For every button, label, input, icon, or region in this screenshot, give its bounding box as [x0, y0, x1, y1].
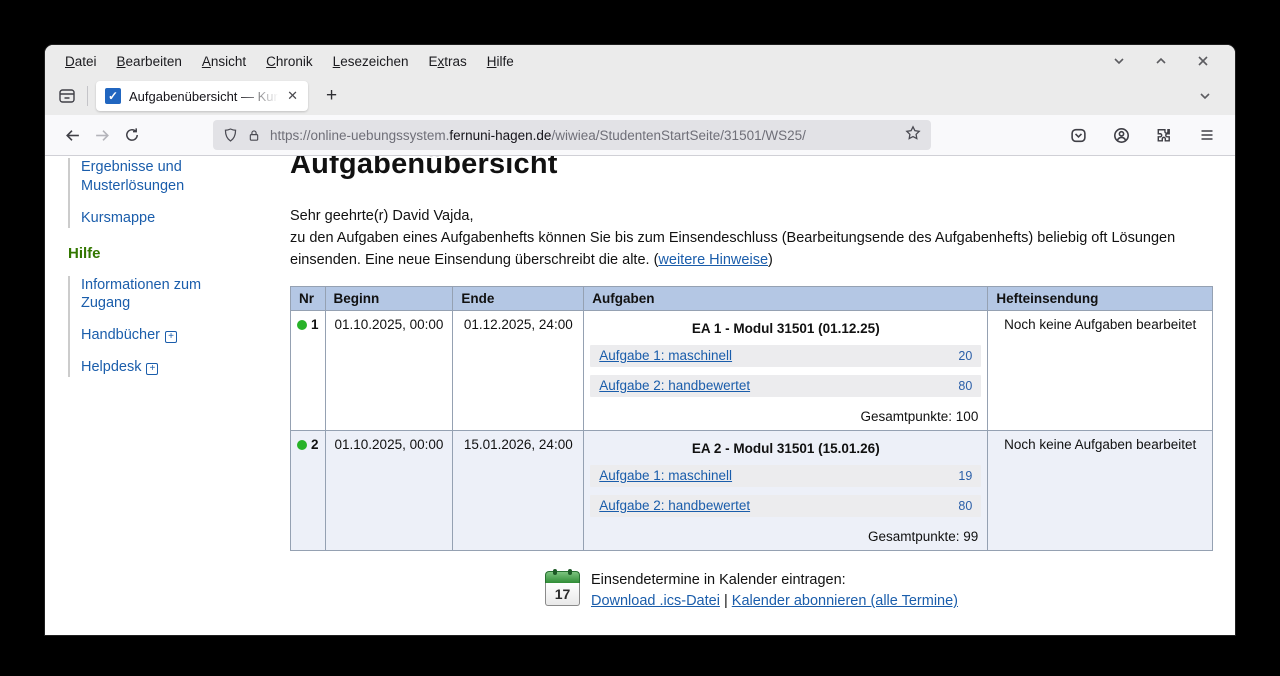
- hamburger-menu-icon[interactable]: [1195, 121, 1219, 149]
- gesamtpunkte: Gesamtpunkte: 99: [590, 529, 981, 544]
- maximize-icon[interactable]: [1153, 53, 1169, 69]
- account-icon[interactable]: [1109, 121, 1133, 149]
- list-all-tabs-icon[interactable]: [1193, 84, 1217, 108]
- table-row: 1 01.10.2025, 00:00 01.12.2025, 24:00 EA…: [291, 311, 1213, 431]
- url-text: https://online-uebungssystem.fernuni-hag…: [270, 128, 896, 143]
- heft-nr: 1: [311, 317, 319, 332]
- menu-bearbeiten[interactable]: Bearbeiten: [107, 50, 192, 73]
- pocket-icon[interactable]: [1066, 121, 1090, 149]
- menu-chronik[interactable]: Chronik: [256, 50, 323, 73]
- weitere-hinweise-link[interactable]: weitere Hinweise: [658, 252, 768, 268]
- sidebar-group-kurs: Ergebnisse und Musterlösungen Kursmappe: [68, 158, 246, 228]
- tab-close-icon[interactable]: ✕: [283, 87, 302, 105]
- aufgabe-punkte: 80: [958, 379, 972, 393]
- back-icon[interactable]: [57, 121, 87, 149]
- heft-nr: 2: [311, 437, 319, 452]
- greeting-text: Sehr geehrte(r) David Vajda, zu den Aufg…: [290, 206, 1213, 271]
- hefteinsendung-status: Noch keine Aufgaben bearbeitet: [988, 311, 1213, 431]
- menu-lesezeichen[interactable]: Lesezeichen: [323, 50, 419, 73]
- lock-icon[interactable]: [247, 128, 261, 143]
- uebungssystem-favicon-icon: ✓: [105, 88, 121, 104]
- sidebar-item-informationen-zugang[interactable]: Informationen zum Zugang: [81, 276, 246, 314]
- calendar-export-block: 17 Einsendetermine in Kalender eintragen…: [290, 570, 1213, 612]
- hefteinsendung-status: Noch keine Aufgaben bearbeitet: [988, 431, 1213, 551]
- menu-hilfe[interactable]: Hilfe: [477, 50, 524, 73]
- menu-ansicht[interactable]: Ansicht: [192, 50, 256, 73]
- beginn-date: 01.10.2025, 00:00: [325, 311, 453, 431]
- task-row: Aufgabe 2: handbewertet 80: [590, 375, 981, 397]
- sidebar-heading-hilfe: Hilfe: [68, 245, 290, 262]
- aufgabe-link[interactable]: Aufgabe 2: handbewertet: [599, 498, 750, 513]
- table-header-row: Nr Beginn Ende Aufgaben Hefteinsendung: [291, 287, 1213, 311]
- navigation-toolbar: https://online-uebungssystem.fernuni-hag…: [45, 115, 1235, 156]
- calendar-caption: Einsendetermine in Kalender eintragen:: [591, 570, 958, 591]
- new-tab-button[interactable]: +: [316, 85, 347, 107]
- menu-bar: Datei Bearbeiten Ansicht Chronik Lesezei…: [45, 45, 1235, 77]
- task-row: Aufgabe 1: maschinell 19: [590, 465, 981, 487]
- aufgabe-punkte: 19: [958, 469, 972, 483]
- sidebar-item-kursmappe[interactable]: Kursmappe: [81, 209, 246, 228]
- sidebar: Ergebnisse und Musterlösungen Kursmappe …: [45, 156, 290, 634]
- status-green-icon: [297, 440, 307, 450]
- col-header-beginn: Beginn: [325, 287, 453, 311]
- url-bar[interactable]: https://online-uebungssystem.fernuni-hag…: [213, 120, 931, 150]
- kalender-abonnieren-link[interactable]: Kalender abonnieren (alle Termine): [732, 593, 958, 609]
- tab-aufgabenuebersicht[interactable]: ✓ Aufgabenübersicht — Kurs ✕: [96, 81, 308, 111]
- bookmark-star-icon[interactable]: [905, 125, 921, 146]
- tab-bar: ✓ Aufgabenübersicht — Kurs ✕ +: [45, 77, 1235, 115]
- browser-window: Datei Bearbeiten Ansicht Chronik Lesezei…: [45, 45, 1235, 635]
- col-header-aufgaben: Aufgaben: [584, 287, 988, 311]
- external-link-icon: +: [165, 331, 177, 343]
- menu-datei[interactable]: Datei: [55, 50, 107, 73]
- minimize-icon[interactable]: [1111, 53, 1127, 69]
- heft-title: EA 1 - Modul 31501 (01.12.25): [590, 321, 981, 336]
- close-window-icon[interactable]: [1195, 53, 1211, 69]
- ende-date: 15.01.2026, 24:00: [453, 431, 584, 551]
- tab-title: Aufgabenübersicht — Kurs: [129, 89, 283, 104]
- task-row: Aufgabe 2: handbewertet 80: [590, 495, 981, 517]
- page-content: Ergebnisse und Musterlösungen Kursmappe …: [45, 156, 1235, 634]
- col-header-hefteinsendung: Hefteinsendung: [988, 287, 1213, 311]
- calendar-day: 17: [545, 583, 580, 606]
- sidebar-item-ergebnisse[interactable]: Ergebnisse und Musterlösungen: [81, 158, 246, 196]
- col-header-nr: Nr: [291, 287, 326, 311]
- task-row: Aufgabe 1: maschinell 20: [590, 345, 981, 367]
- external-link-icon: +: [146, 363, 158, 375]
- forward-icon[interactable]: [87, 121, 117, 149]
- table-row: 2 01.10.2025, 00:00 15.01.2026, 24:00 EA…: [291, 431, 1213, 551]
- firefox-view-icon[interactable]: [53, 83, 81, 109]
- menu-extras[interactable]: Extras: [419, 50, 477, 73]
- main-area: Aufgabenübersicht Sehr geehrte(r) David …: [290, 156, 1235, 634]
- aufgaben-table: Nr Beginn Ende Aufgaben Hefteinsendung 1…: [290, 286, 1213, 551]
- aufgabe-link[interactable]: Aufgabe 2: handbewertet: [599, 378, 750, 393]
- gesamtpunkte: Gesamtpunkte: 100: [590, 409, 981, 424]
- aufgabe-punkte: 20: [958, 349, 972, 363]
- shield-icon[interactable]: [223, 127, 238, 143]
- heft-title: EA 2 - Modul 31501 (15.01.26): [590, 441, 981, 456]
- sidebar-group-hilfe: Informationen zum Zugang Handbücher+ Hel…: [68, 276, 246, 377]
- aufgabe-link[interactable]: Aufgabe 1: maschinell: [599, 348, 732, 363]
- ende-date: 01.12.2025, 24:00: [453, 311, 584, 431]
- extensions-puzzle-icon[interactable]: [1152, 121, 1176, 149]
- status-green-icon: [297, 320, 307, 330]
- col-header-ende: Ende: [453, 287, 584, 311]
- aufgabe-link[interactable]: Aufgabe 1: maschinell: [599, 468, 732, 483]
- aufgabe-punkte: 80: [958, 499, 972, 513]
- download-ics-link[interactable]: Download .ics-Datei: [591, 593, 720, 609]
- page-title: Aufgabenübersicht: [290, 156, 1213, 181]
- link-separator: |: [724, 593, 728, 609]
- sidebar-item-helpdesk[interactable]: Helpdesk+: [81, 358, 246, 377]
- reload-icon[interactable]: [117, 121, 147, 149]
- calendar-icon: 17: [545, 571, 580, 606]
- beginn-date: 01.10.2025, 00:00: [325, 431, 453, 551]
- sidebar-item-handbuecher[interactable]: Handbücher+: [81, 326, 246, 345]
